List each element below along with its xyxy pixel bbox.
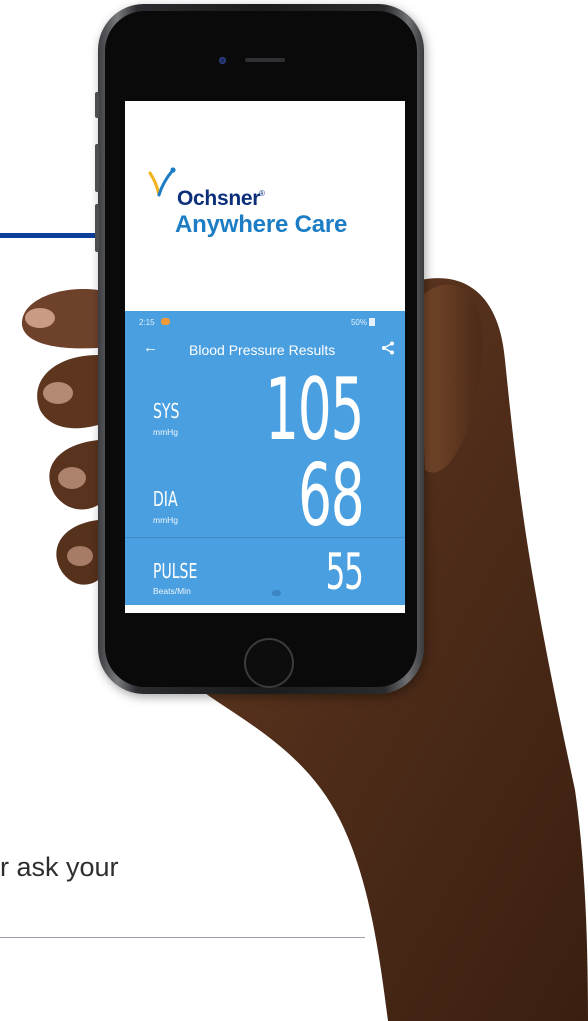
battery-icon [369, 318, 375, 326]
heart-icon [272, 590, 281, 596]
brand-name: Ochsner [177, 187, 261, 210]
status-bar: 2:15 50% [125, 311, 405, 333]
notification-icon [161, 318, 170, 325]
mute-switch [95, 92, 99, 118]
blood-pressure-app: 2:15 50% ← Blood Pressure Results SYS mm… [125, 311, 405, 605]
battery-percentage: 50% [350, 318, 367, 327]
brand-trademark: ® [259, 189, 265, 198]
pulse-label: PULSE [153, 559, 198, 583]
phone-device: Ochsner ® Anywhere Care 2:15 50% ← Blood… [95, 4, 424, 694]
sys-value: 105 [264, 360, 364, 460]
dia-unit: mmHg [153, 515, 179, 525]
phone-screen: Ochsner ® Anywhere Care 2:15 50% ← Blood… [125, 101, 405, 613]
home-button[interactable] [244, 638, 294, 688]
volume-down-button [95, 204, 99, 252]
ochsner-logo: Ochsner ® Anywhere Care [125, 101, 405, 311]
caption-text: r ask your [0, 852, 119, 882]
divider [125, 537, 405, 538]
sys-label: SYS [153, 399, 180, 423]
pulse-unit: Beats/Min [153, 586, 191, 596]
status-time: 2:15 [139, 318, 155, 327]
pulse-value: 55 [326, 543, 364, 601]
earpiece-speaker [245, 58, 285, 62]
arrow-left-icon[interactable]: ← [143, 339, 158, 356]
sys-unit: mmHg [153, 427, 179, 437]
front-camera [219, 57, 226, 64]
ochsner-logo-icon [148, 167, 176, 197]
page-title: Blood Pressure Results [189, 342, 336, 358]
dia-label: DIA [153, 487, 178, 511]
volume-up-button [95, 144, 99, 192]
brand-subtitle: Anywhere Care [175, 211, 348, 238]
share-icon[interactable] [381, 341, 395, 355]
dia-value: 68 [297, 446, 365, 546]
divider-line [0, 937, 365, 938]
